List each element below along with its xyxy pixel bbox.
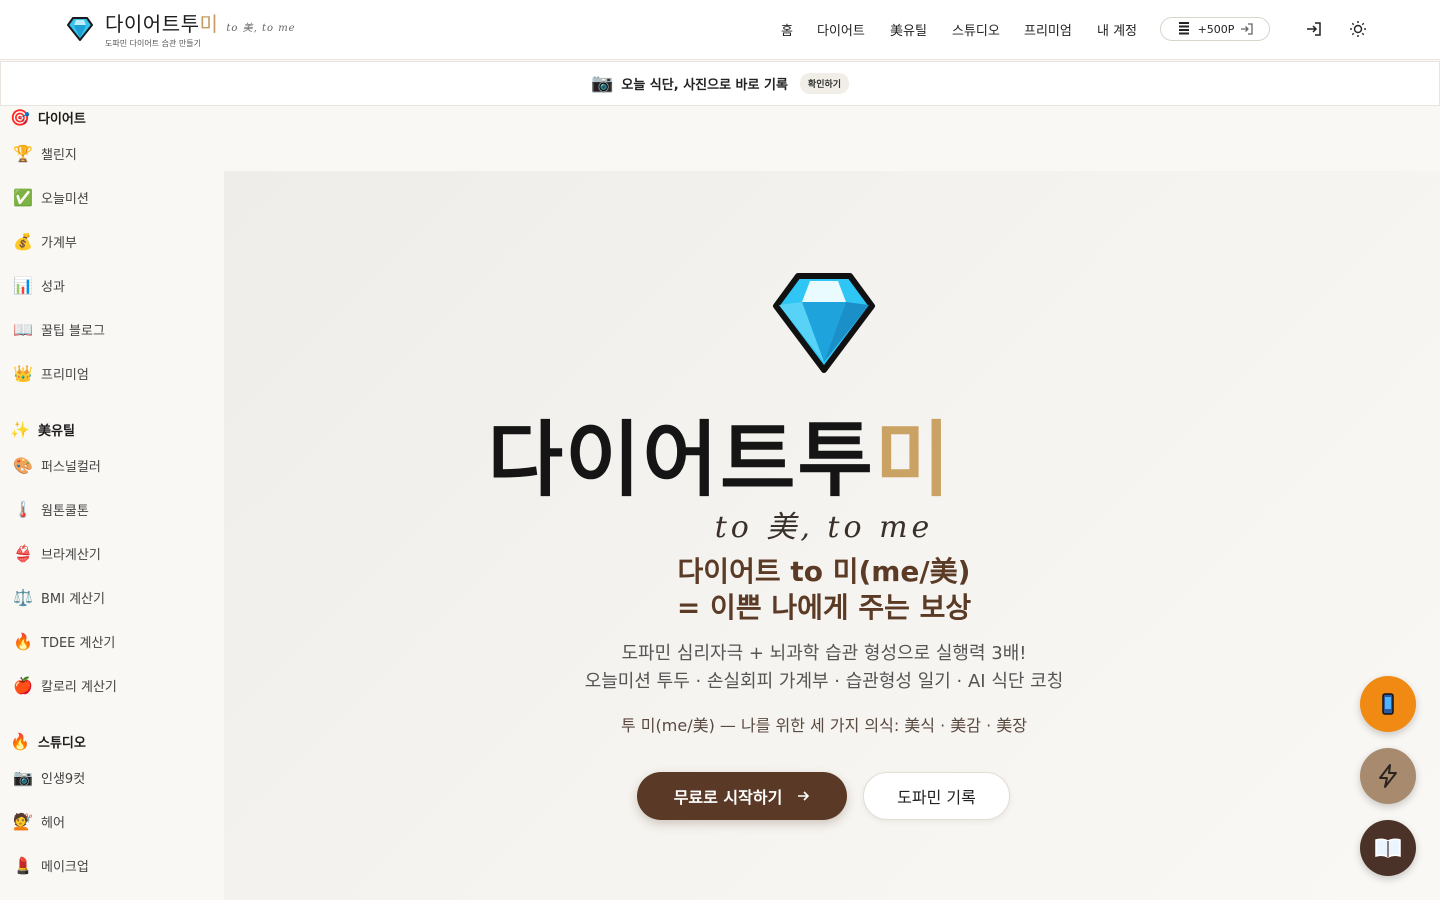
target-icon: 🎯 — [10, 108, 30, 127]
dopamine-log-button[interactable]: 도파민 기록 — [863, 772, 1010, 820]
nav-diet[interactable]: 다이어트 — [817, 20, 865, 39]
hero-description: 도파민 심리자극 + 뇌과학 습관 형성으로 실행력 3배! 오늘미션 투두 ·… — [584, 643, 1064, 692]
lipstick-icon: 💄 — [13, 856, 33, 875]
hero-slogan: to 美, to me — [714, 510, 934, 545]
sidebar-item-results[interactable]: 📊 성과 — [13, 276, 65, 295]
sun-icon[interactable] — [1349, 20, 1367, 38]
sidebar-item-photo-9cut[interactable]: 📷 인생9컷 — [13, 768, 85, 787]
brand-subtitle: 도파민 다이어트 습관 만들기 — [105, 39, 201, 48]
sidebar-item-ledger[interactable]: 💰 가계부 — [13, 232, 77, 251]
brand-slogan: to 美, to me — [226, 23, 296, 34]
sidebar-item-challenge[interactable]: 🏆 챌린지 — [13, 144, 77, 163]
nav-premium[interactable]: 프리미엄 — [1024, 20, 1072, 39]
camera-icon: 📷 — [13, 768, 33, 787]
sidebar-item-today-mission[interactable]: ✅ 오늘미션 — [13, 188, 89, 207]
book-icon — [1375, 838, 1401, 858]
sidebar-item-premium[interactable]: 👑 프리미엄 — [13, 364, 89, 383]
banner-text: 오늘 식단, 사진으로 바로 기록 — [621, 78, 788, 93]
arrow-right-icon — [798, 791, 810, 801]
top-header: 다이어트투미 to 美, to me 도파민 다이어트 습관 만들기 홈 다이어… — [0, 0, 1440, 60]
book-icon: 📖 — [13, 320, 33, 339]
bar-chart-icon: 📊 — [13, 276, 33, 295]
phone-icon — [1382, 693, 1394, 715]
login-icon — [1241, 23, 1254, 35]
nav-beauty-utils[interactable]: 美유틸 — [890, 20, 927, 39]
lightning-icon — [1379, 764, 1397, 788]
hero-title: 다이어트투미 — [487, 413, 953, 508]
money-bag-icon: 💰 — [13, 232, 33, 251]
sidebar-section-diet: 🎯 다이어트 — [10, 108, 86, 127]
points-button[interactable]: +500P — [1160, 17, 1270, 41]
nav-studio[interactable]: 스튜디오 — [952, 20, 1000, 39]
sidebar-item-makeup[interactable]: 💄 메이크업 — [13, 856, 89, 875]
points-label: +500P — [1197, 22, 1235, 36]
banner-confirm-button[interactable]: 확인하기 — [799, 73, 850, 94]
brand-name: 다이어트투미 — [105, 12, 219, 36]
gem-icon — [67, 17, 93, 41]
hero-tagline: 투 미(me/美) — 나를 위한 세 가지 의식: 美식 · 美감 · 美장 — [621, 716, 1027, 735]
nav-home[interactable]: 홈 — [781, 20, 793, 39]
gem-icon — [773, 273, 875, 373]
photo-log-banner[interactable]: 📷 오늘 식단, 사진으로 바로 기록 확인하기 — [0, 61, 1440, 106]
login-icon[interactable] — [1305, 20, 1323, 38]
camera-icon: 📷 — [590, 73, 614, 94]
book-fab-button[interactable] — [1360, 820, 1416, 876]
start-free-button[interactable]: 무료로 시작하기 — [637, 772, 847, 820]
checkmark-icon: ✅ — [13, 188, 33, 207]
nav-my-account[interactable]: 내 계정 — [1097, 20, 1137, 39]
sidebar-item-hair[interactable]: 💇 헤어 — [13, 812, 65, 831]
haircut-icon: 💇 — [13, 812, 33, 831]
lightning-fab-button[interactable] — [1360, 748, 1416, 804]
phone-fab-button[interactable] — [1360, 676, 1416, 732]
coin-stack-icon — [1178, 22, 1189, 35]
trophy-icon: 🏆 — [13, 144, 33, 163]
hero-headline: 다이어트 to 미(me/美) = 이쁜 나에게 주는 보상 — [676, 555, 972, 624]
sidebar-item-tips-blog[interactable]: 📖 꿀팁 블로그 — [13, 320, 105, 339]
crown-icon: 👑 — [13, 364, 33, 383]
brand-logo[interactable]: 다이어트투미 to 美, to me 도파민 다이어트 습관 만들기 — [66, 12, 296, 49]
